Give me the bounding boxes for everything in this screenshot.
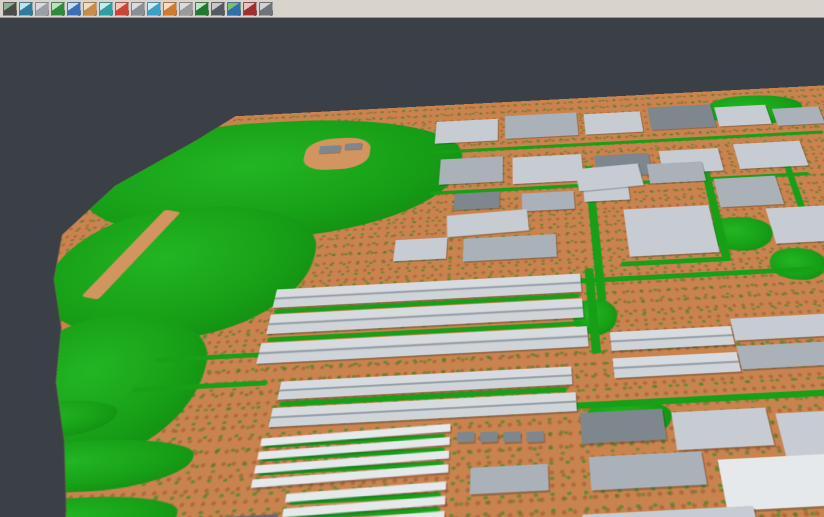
building-roof xyxy=(730,313,824,340)
building-roof xyxy=(526,431,544,442)
building-roof xyxy=(772,106,824,125)
measure-tool-icon[interactable] xyxy=(147,2,161,16)
building-roof xyxy=(505,112,578,138)
record-icon[interactable] xyxy=(115,2,129,16)
mesh-view-icon[interactable] xyxy=(211,2,225,16)
building-roof xyxy=(575,163,644,191)
building-roof xyxy=(623,205,719,257)
vegetation-patch xyxy=(0,435,199,498)
building-roof xyxy=(714,176,785,208)
building-roof xyxy=(480,431,497,442)
building-roof xyxy=(582,506,763,517)
terrain-render xyxy=(0,67,824,517)
building-roof xyxy=(522,191,575,211)
settings-icon[interactable] xyxy=(131,2,145,16)
building-roof xyxy=(580,409,667,444)
building-roof xyxy=(613,352,741,378)
vegetation-patch xyxy=(0,492,183,517)
classification-icon[interactable] xyxy=(195,2,209,16)
building-roof xyxy=(775,409,824,456)
building-roof xyxy=(647,104,716,130)
building-roof xyxy=(647,161,706,183)
building-roof xyxy=(610,326,735,351)
zoom-extent-icon[interactable] xyxy=(67,2,81,16)
building-roof xyxy=(470,464,549,494)
vegetation-row xyxy=(621,256,732,266)
building-roof xyxy=(766,205,824,244)
pan-tool-icon[interactable] xyxy=(83,2,97,16)
building-roof xyxy=(589,451,707,490)
building-roof xyxy=(503,431,520,442)
building-roof xyxy=(435,119,498,144)
add-cloud-icon[interactable] xyxy=(51,2,65,16)
building-roof xyxy=(714,105,772,127)
building-roof xyxy=(457,431,475,442)
clear-icon[interactable] xyxy=(243,2,257,16)
globe-view-icon[interactable] xyxy=(227,2,241,16)
terrain-features xyxy=(0,67,824,517)
building-roof xyxy=(454,191,500,210)
building-roof xyxy=(733,141,809,169)
building-roof xyxy=(393,237,447,261)
profile-tool-icon[interactable] xyxy=(163,2,177,16)
help-icon[interactable] xyxy=(259,2,273,16)
building-roof xyxy=(344,143,362,150)
save-icon[interactable] xyxy=(35,2,49,16)
select-tool-icon[interactable] xyxy=(179,2,193,16)
orbit-tool-icon[interactable] xyxy=(99,2,113,16)
building-roof xyxy=(439,156,503,185)
layers-icon[interactable] xyxy=(3,2,17,16)
vegetation-patch xyxy=(766,247,824,282)
building-roof xyxy=(737,341,824,370)
building-roof xyxy=(584,111,644,134)
open-project-icon[interactable] xyxy=(19,2,33,16)
app-window xyxy=(0,0,824,517)
building-roof xyxy=(463,234,557,262)
building-roof xyxy=(718,453,824,511)
building-roof xyxy=(319,145,342,153)
building-roof xyxy=(447,209,529,237)
toolbar xyxy=(0,0,824,18)
building-roof xyxy=(671,408,774,451)
scene-3d-transform xyxy=(0,67,824,517)
building-roof xyxy=(513,154,584,184)
3d-viewport[interactable] xyxy=(0,18,824,517)
